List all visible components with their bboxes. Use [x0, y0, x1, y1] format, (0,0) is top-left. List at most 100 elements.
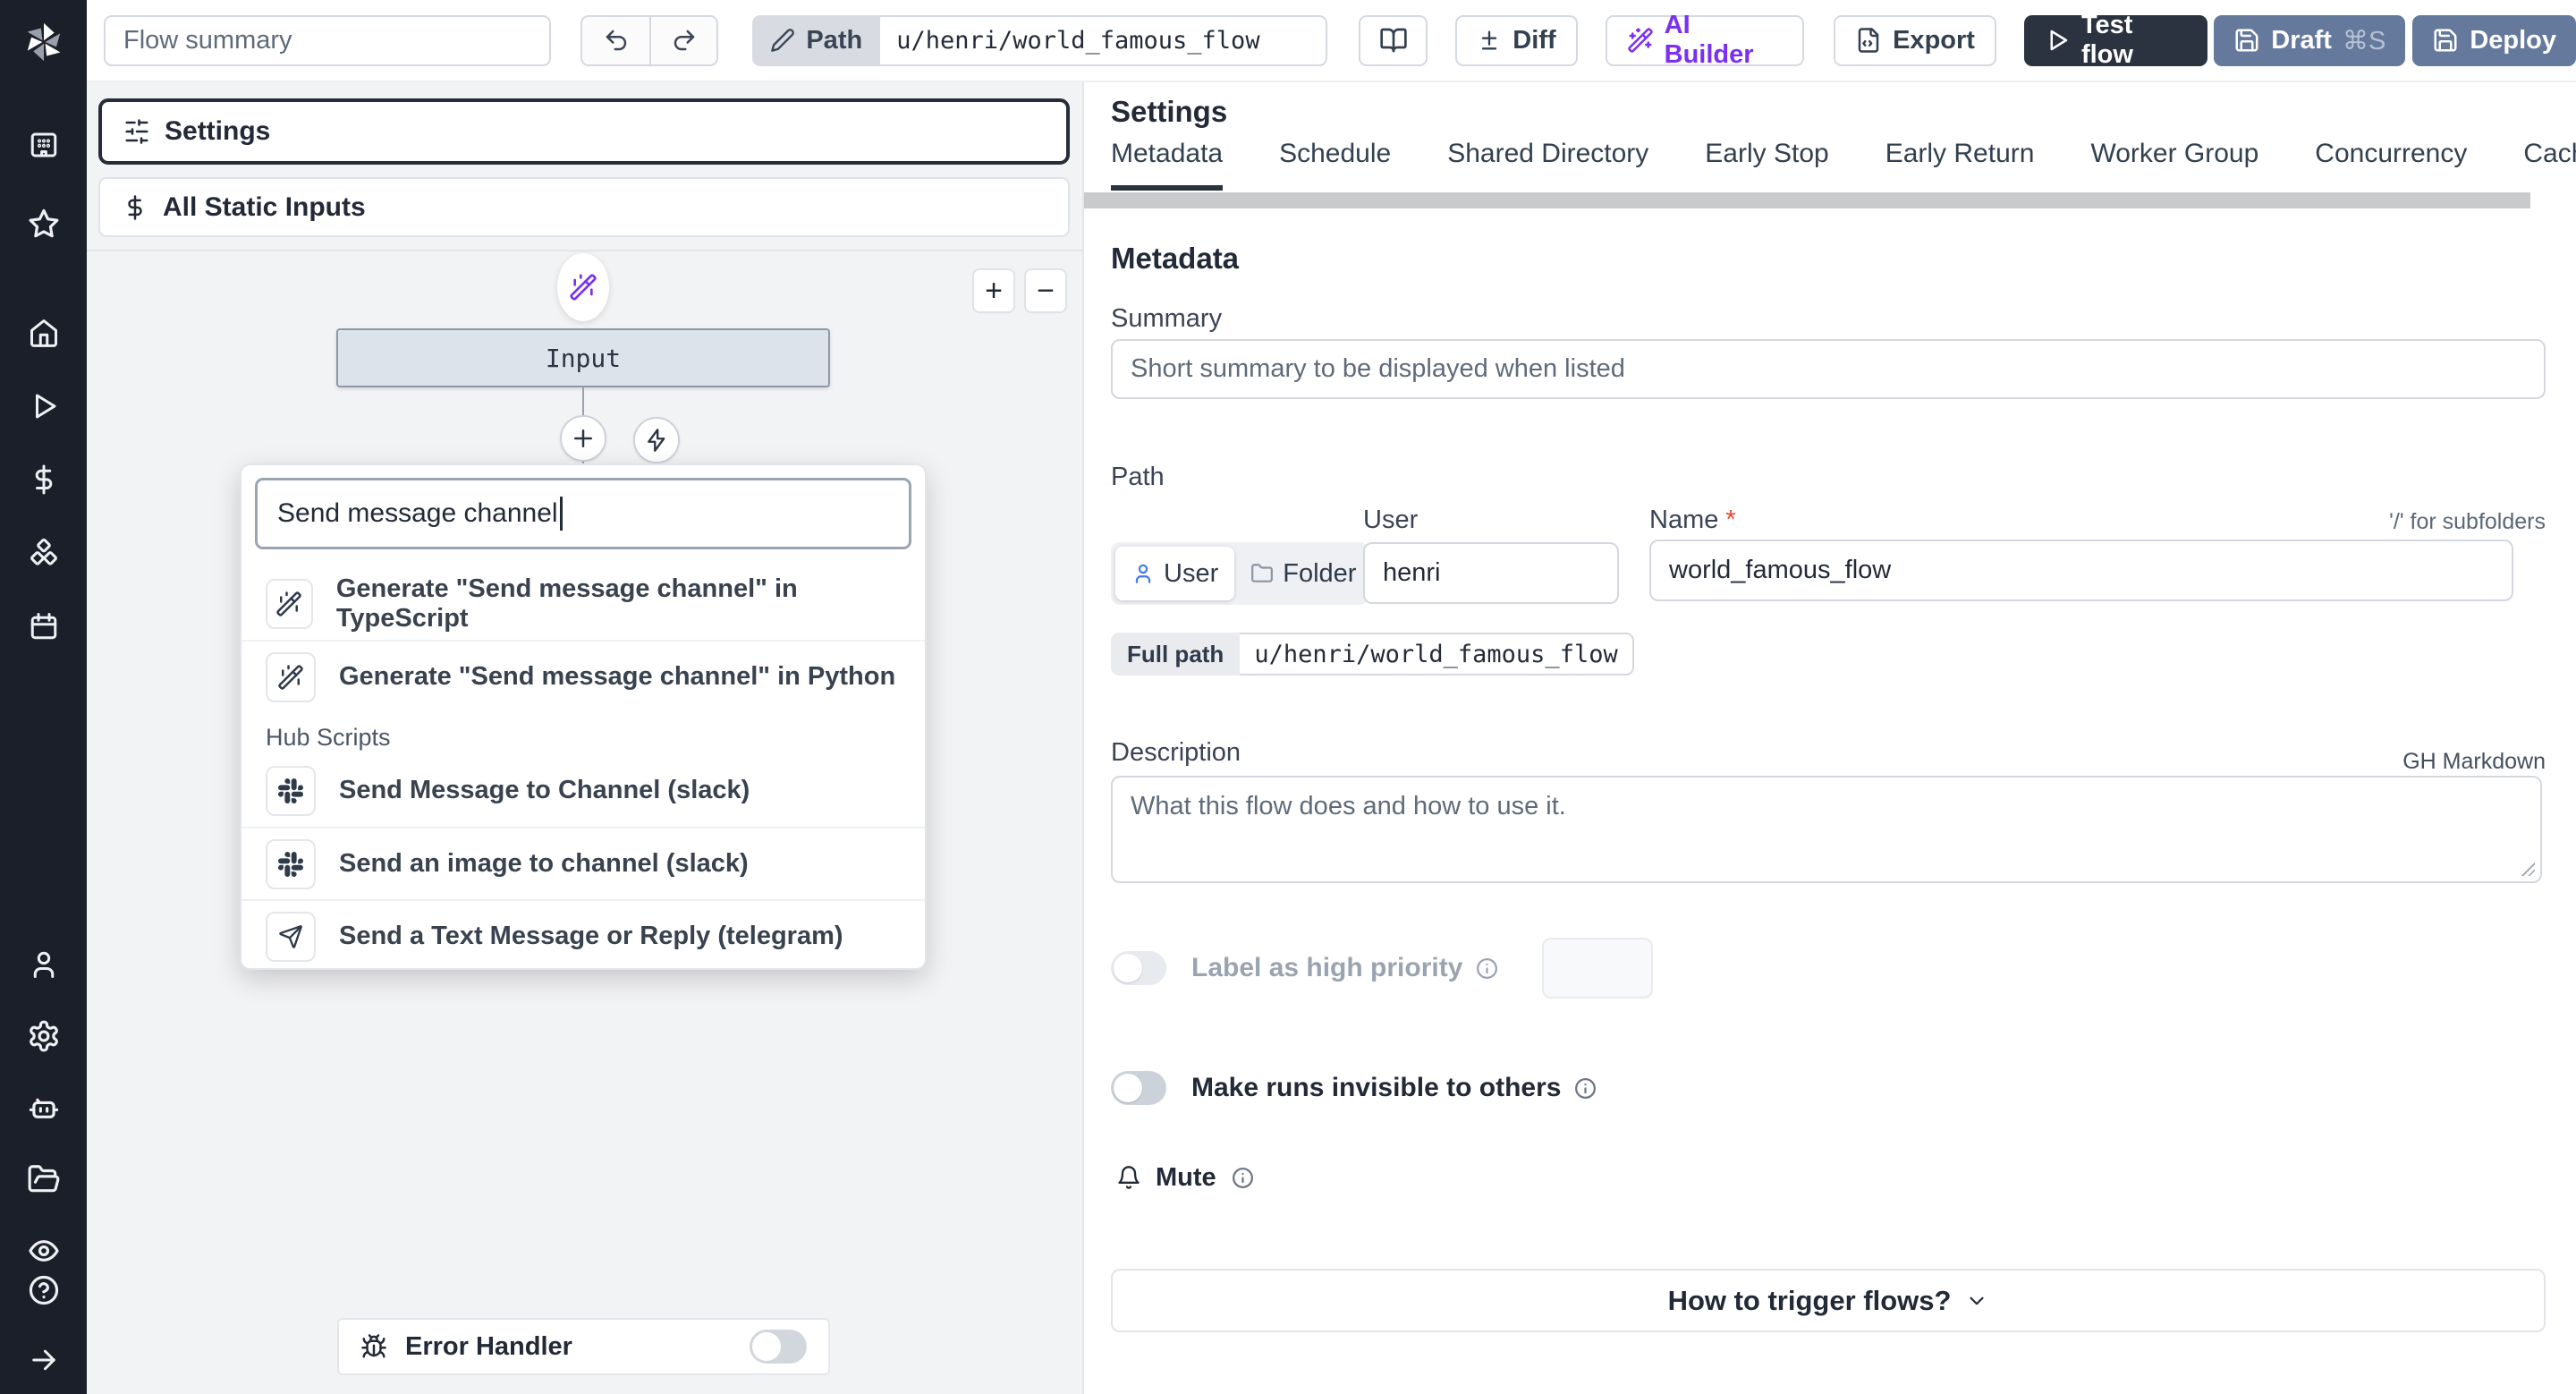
tab-worker-group[interactable]: Worker Group	[2090, 139, 2258, 191]
graph-divider	[87, 250, 1082, 251]
owner-kind-folder[interactable]: Folder	[1234, 547, 1372, 600]
wand-sparkles-icon	[1627, 28, 1653, 53]
wand-icon	[266, 578, 313, 629]
invisible-runs-label: Make runs invisible to others	[1191, 1073, 1562, 1102]
schedules-icon[interactable]	[24, 607, 64, 646]
add-trigger-button[interactable]	[633, 417, 680, 463]
step-picker-dropdown: Send message channel Generate "Send mess…	[240, 463, 927, 970]
bell-icon	[1118, 1166, 1140, 1189]
high-priority-toggle[interactable]	[1111, 951, 1166, 985]
favorites-icon[interactable]	[24, 204, 64, 243]
diff-button[interactable]: Diff	[1455, 14, 1578, 66]
tab-schedule[interactable]: Schedule	[1279, 139, 1391, 191]
summary-input[interactable]: Short summary to be displayed when liste…	[1111, 339, 2546, 399]
dropdown-item-label: Send a Text Message or Reply (telegram)	[339, 922, 843, 950]
tab-metadata[interactable]: Metadata	[1111, 139, 1224, 191]
help-icon[interactable]	[24, 1271, 64, 1310]
invisible-runs-toggle[interactable]	[1111, 1071, 1166, 1105]
error-handler-node[interactable]: Error Handler	[337, 1318, 830, 1375]
runs-icon[interactable]	[24, 387, 64, 426]
zoom-in-glyph: +	[985, 273, 1003, 308]
path-input[interactable]: u/henri/world_famous_flow	[880, 14, 1328, 66]
tab-early-stop[interactable]: Early Stop	[1705, 139, 1828, 191]
invisible-runs-row: Make runs invisible to others	[1111, 1067, 1597, 1109]
undo-icon	[606, 30, 626, 51]
hub-script-item-slack-image[interactable]: Send an image to channel (slack)	[242, 827, 925, 899]
summary-placeholder: Short summary to be displayed when liste…	[1131, 354, 1625, 383]
generate-python-item[interactable]: Generate "Send message channel" in Pytho…	[242, 640, 925, 712]
zoom-in-button[interactable]: +	[972, 268, 1015, 313]
subfolders-hint: '/' for subfolders	[2389, 509, 2546, 534]
text-caret	[559, 497, 563, 531]
docs-button[interactable]	[1359, 14, 1428, 66]
info-icon	[1477, 957, 1498, 979]
redo-button[interactable]	[649, 16, 716, 64]
export-button[interactable]: Export	[1834, 14, 1996, 66]
tab-shared-directory[interactable]: Shared Directory	[1447, 139, 1648, 191]
info-icon	[1575, 1077, 1597, 1099]
workers-icon[interactable]	[24, 1088, 64, 1127]
tab-cache[interactable]: Cache	[2523, 139, 2576, 191]
path-user-input[interactable]: henri	[1363, 542, 1619, 604]
ai-flow-builder-bubble[interactable]	[557, 253, 609, 321]
workspace-icon[interactable]	[24, 125, 64, 165]
hub-script-item-slack-message[interactable]: Send Message to Channel (slack)	[242, 754, 925, 827]
deploy-button[interactable]: Deploy	[2412, 14, 2576, 66]
step-search-input[interactable]: Send message channel	[255, 478, 911, 549]
undo-button[interactable]	[582, 17, 649, 64]
home-icon[interactable]	[24, 313, 64, 353]
tab-early-return[interactable]: Early Return	[1885, 139, 2035, 191]
expand-icon[interactable]	[24, 1340, 64, 1380]
all-static-inputs-card[interactable]: All Static Inputs	[98, 177, 1070, 237]
error-handler-toggle[interactable]	[750, 1330, 807, 1364]
input-node[interactable]: Input	[336, 328, 830, 387]
folders-icon[interactable]	[24, 1160, 64, 1199]
slack-icon	[266, 838, 316, 889]
all-static-inputs-label: All Static Inputs	[163, 191, 366, 222]
tab-concurrency[interactable]: Concurrency	[2315, 139, 2467, 191]
path-name-value: world_famous_flow	[1669, 556, 1892, 584]
ai-builder-button[interactable]: AI Builder	[1605, 11, 1805, 69]
redo-icon	[674, 30, 695, 51]
dropdown-item-label: Generate "Send message channel" in Pytho…	[339, 662, 896, 691]
settings-icon[interactable]	[24, 1016, 64, 1056]
flow-summary-input[interactable]: Flow summary	[104, 14, 552, 66]
how-to-trigger-button[interactable]: How to trigger flows?	[1111, 1269, 2546, 1332]
play-icon	[2050, 30, 2068, 51]
description-placeholder: What this flow does and how to use it.	[1131, 792, 1566, 820]
book-open-icon	[1380, 28, 1407, 53]
test-flow-label: Test flow	[2080, 11, 2133, 69]
ai-builder-label: AI Builder	[1664, 11, 1754, 69]
high-priority-tag-input[interactable]	[1542, 938, 1654, 999]
description-textarea[interactable]: What this flow does and how to use it.	[1111, 776, 2542, 883]
resize-grip[interactable]	[2519, 860, 2535, 876]
tabs-scrollbar[interactable]	[1084, 192, 2530, 208]
mute-label: Mute	[1156, 1162, 1216, 1192]
owner-kind-user[interactable]: User	[1115, 547, 1235, 600]
pencil-icon	[771, 29, 795, 52]
path-user-value: henri	[1383, 558, 1441, 587]
error-handler-label: Error Handler	[405, 1331, 572, 1361]
audit-icon[interactable]	[24, 1231, 64, 1271]
zoom-out-glyph: −	[1037, 273, 1055, 308]
flow-settings-label: Settings	[165, 116, 271, 146]
variables-icon[interactable]	[24, 460, 64, 499]
dollar-icon	[128, 194, 142, 220]
path-badge[interactable]: Path	[752, 14, 881, 66]
draft-button[interactable]: Draft ⌘S	[2214, 14, 2406, 66]
diff-icon	[1482, 30, 1497, 50]
generate-typescript-item[interactable]: Generate "Send message channel" in TypeS…	[242, 567, 925, 640]
test-flow-button[interactable]: Test flow	[2023, 11, 2208, 69]
path-name-input[interactable]: world_famous_flow	[1649, 540, 2513, 601]
zoom-out-button[interactable]: −	[1024, 268, 1067, 313]
flow-settings-card[interactable]: Settings	[98, 98, 1070, 165]
diff-label: Diff	[1513, 25, 1556, 55]
resources-icon[interactable]	[24, 533, 64, 573]
owner-kind-folder-label: Folder	[1283, 558, 1357, 588]
users-icon[interactable]	[24, 945, 64, 984]
save-icon	[2235, 29, 2258, 52]
windmill-logo[interactable]	[20, 18, 68, 66]
add-step-button[interactable]	[560, 415, 606, 462]
settings-panel: Settings Metadata Schedule Shared Direct…	[1084, 82, 2576, 1394]
hub-script-item-telegram[interactable]: Send a Text Message or Reply (telegram)	[242, 899, 925, 968]
